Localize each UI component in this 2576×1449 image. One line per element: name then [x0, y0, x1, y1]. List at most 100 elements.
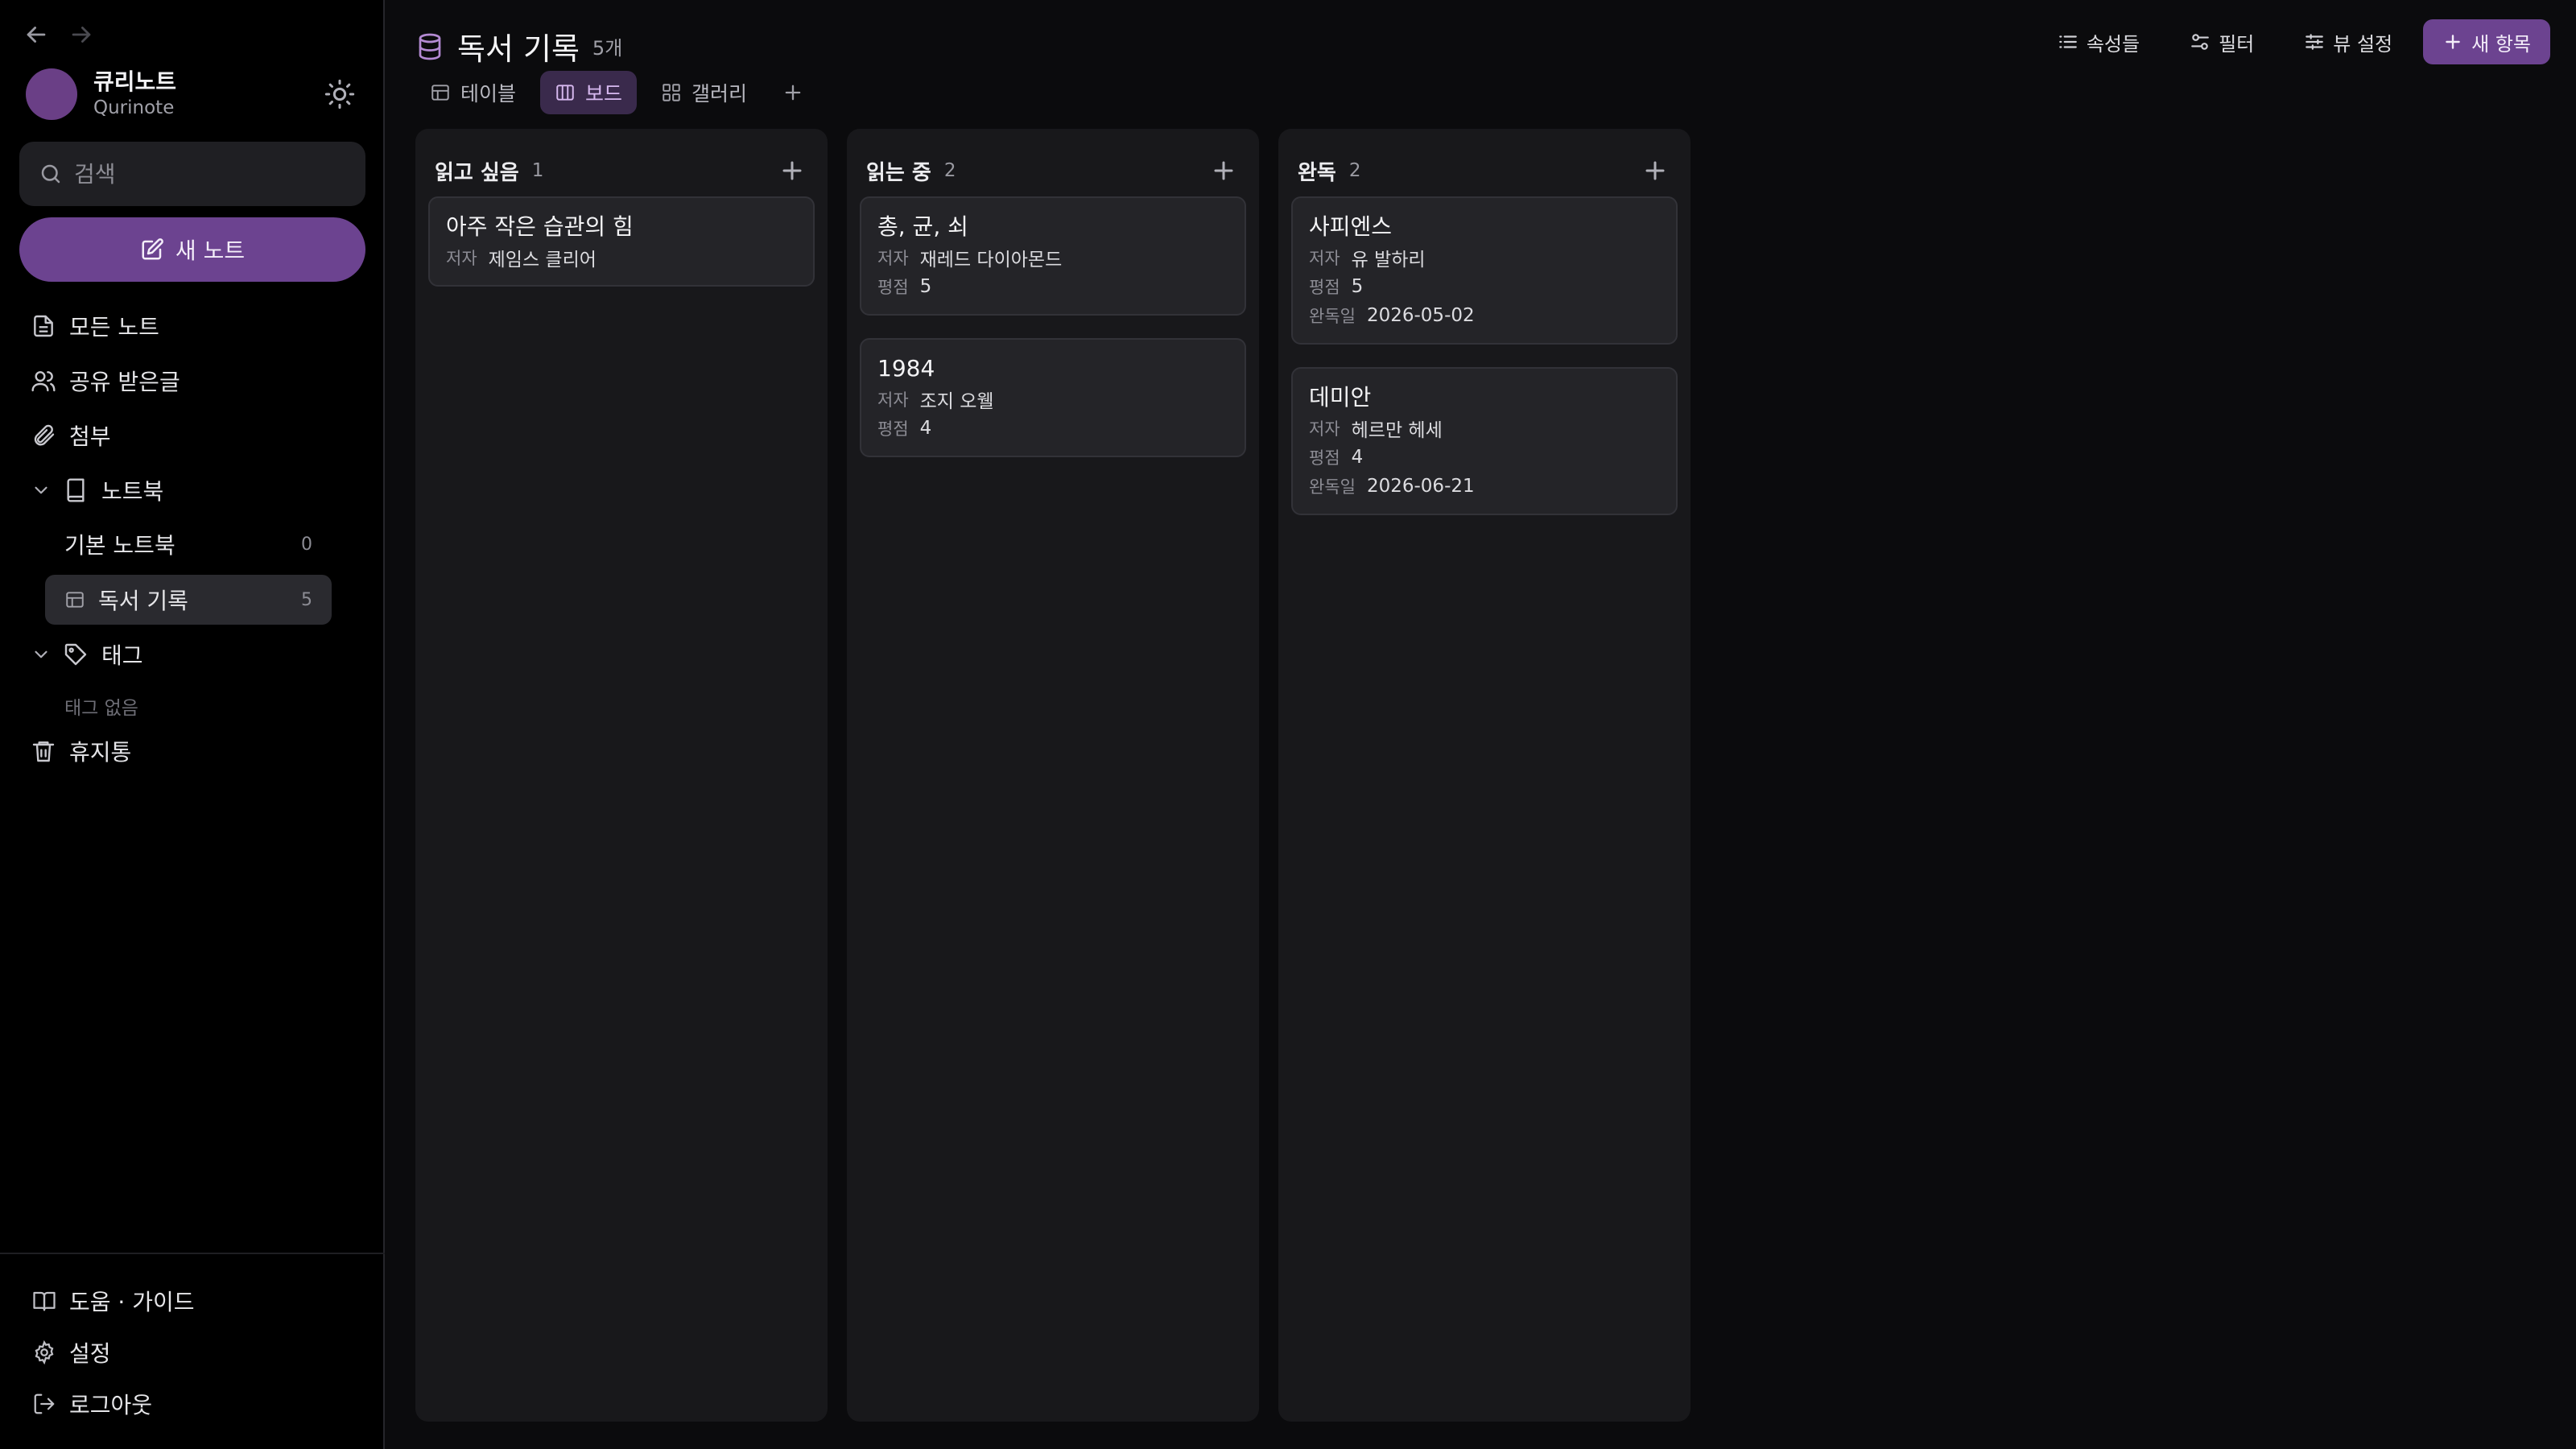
- help-guide-link[interactable]: 도움 · 가이드: [32, 1283, 195, 1319]
- card-title: 1984: [877, 355, 935, 382]
- column-title: 완독: [1298, 160, 1336, 185]
- notebook-item-default[interactable]: 기본 노트북 0: [45, 519, 332, 569]
- tag-section-label: 태그: [101, 642, 143, 669]
- board-column-reading: 읽는 중 2 총, 균, 쇠 저자 재레드 다이아몬드 평점 5 1984 저자…: [847, 129, 1259, 1422]
- tag-icon: [63, 642, 89, 667]
- filter-icon: [2190, 31, 2211, 52]
- nav-trash[interactable]: 휴지통: [31, 731, 131, 771]
- add-card-button[interactable]: [1639, 155, 1671, 187]
- tag-section-toggle[interactable]: 태그: [31, 634, 143, 675]
- new-item-button[interactable]: 새 항목: [2423, 19, 2550, 64]
- sliders-icon: [2304, 31, 2325, 52]
- notebook-count: 0: [301, 534, 312, 555]
- board-card[interactable]: 데미안 저자 헤르만 헤세 평점 4 완독일 2026-06-21: [1291, 367, 1678, 515]
- chevron-down-icon: [31, 480, 52, 501]
- card-property: 저자 제임스 클리어: [446, 243, 797, 272]
- sidebar: 큐리노트 Qurinote 새 노트 모든 노트 공유 받은글 첨: [0, 0, 385, 1449]
- board-card[interactable]: 총, 균, 쇠 저자 재레드 다이아몬드 평점 5: [860, 196, 1246, 316]
- board-card[interactable]: 사피엔스 저자 유 발하리 평점 5 완독일 2026-05-02: [1291, 196, 1678, 345]
- chevron-down-icon: [31, 644, 52, 665]
- nav-label: 모든 노트: [69, 314, 159, 341]
- profile-text: 큐리노트 Qurinote: [93, 68, 324, 120]
- help-guide-label: 도움 · 가이드: [69, 1289, 195, 1315]
- notebook-count: 5: [301, 589, 312, 610]
- logout-link[interactable]: 로그아웃: [32, 1386, 152, 1422]
- notebook-item-reading[interactable]: 독서 기록 5: [45, 575, 332, 625]
- filter-button[interactable]: 필터: [2170, 19, 2273, 64]
- column-count: 1: [531, 160, 544, 181]
- nav-shared[interactable]: 공유 받은글: [31, 361, 180, 401]
- forward-arrow-icon[interactable]: [68, 21, 95, 48]
- property-value: 4: [1351, 447, 1364, 468]
- filter-label: 필터: [2219, 32, 2255, 56]
- notebook-section-label: 노트북: [101, 478, 164, 505]
- property-value: 조지 오웰: [919, 391, 994, 412]
- new-note-button[interactable]: 새 노트: [19, 217, 365, 282]
- board-icon: [555, 82, 576, 103]
- add-card-button[interactable]: [1208, 155, 1240, 187]
- back-arrow-icon[interactable]: [23, 21, 50, 48]
- nav-label: 첨부: [69, 423, 111, 450]
- paperclip-icon: [31, 423, 56, 448]
- add-view-button[interactable]: [771, 71, 815, 114]
- sun-icon[interactable]: [324, 78, 356, 110]
- column-header: 완독 2: [1298, 151, 1671, 190]
- card-title: 사피엔스: [1309, 213, 1393, 240]
- property-name: 평점: [877, 278, 909, 297]
- board-card[interactable]: 1984 저자 조지 오웰 평점 4: [860, 338, 1246, 457]
- search-icon: [39, 162, 63, 186]
- new-note-label: 새 노트: [175, 237, 246, 264]
- card-property: 평점 4: [1309, 443, 1660, 472]
- property-value: 4: [919, 418, 932, 439]
- settings-link[interactable]: 설정: [32, 1335, 111, 1370]
- card-title: 아주 작은 습관의 힘: [446, 213, 634, 240]
- add-card-button[interactable]: [776, 155, 808, 187]
- trash-label: 휴지통: [69, 739, 132, 766]
- column-count: 2: [1348, 160, 1361, 181]
- list-icon: [2058, 31, 2079, 52]
- board-column-finished: 완독 2 사피엔스 저자 유 발하리 평점 5 완독일 2026-05-02 데…: [1278, 129, 1690, 1422]
- tab-gallery[interactable]: 갤러리: [646, 71, 762, 114]
- gear-icon: [32, 1340, 56, 1364]
- view-settings-button[interactable]: 뷰 설정: [2285, 19, 2412, 64]
- property-value: 재레드 다이아몬드: [919, 250, 1063, 270]
- view-settings-label: 뷰 설정: [2333, 32, 2393, 56]
- tab-board[interactable]: 보드: [540, 71, 638, 114]
- tab-label: 보드: [585, 82, 623, 105]
- property-name: 평점: [1309, 448, 1340, 468]
- property-value: 5: [919, 276, 932, 297]
- settings-label: 설정: [69, 1340, 111, 1367]
- plus-icon: [785, 85, 801, 101]
- trash-icon: [31, 738, 56, 764]
- users-icon: [31, 368, 56, 394]
- database-title: 독서 기록: [457, 31, 580, 67]
- new-item-label: 새 항목: [2471, 32, 2531, 56]
- board-column-want: 읽고 싶음 1 아주 작은 습관의 힘 저자 제임스 클리어: [415, 129, 828, 1422]
- avatar: [26, 68, 77, 120]
- profile-name: 큐리노트: [93, 68, 177, 95]
- property-name: 저자: [877, 390, 909, 410]
- notebook-section-toggle[interactable]: 노트북: [31, 470, 163, 510]
- property-name: 저자: [877, 249, 909, 268]
- board-card[interactable]: 아주 작은 습관의 힘 저자 제임스 클리어: [428, 196, 815, 287]
- properties-button[interactable]: 속성들: [2038, 19, 2159, 64]
- card-property: 평점 4: [877, 414, 1228, 443]
- card-property: 저자 조지 오웰: [877, 385, 1228, 414]
- property-name: 평점: [877, 419, 909, 439]
- property-name: 평점: [1309, 278, 1340, 297]
- property-name: 완독일: [1309, 477, 1356, 497]
- search-input[interactable]: [74, 160, 348, 188]
- tab-table[interactable]: 테이블: [415, 71, 530, 114]
- gallery-icon: [661, 82, 682, 103]
- column-count: 2: [943, 160, 956, 181]
- nav-attachments[interactable]: 첨부: [31, 415, 111, 456]
- profile[interactable]: 큐리노트 Qurinote: [26, 68, 356, 121]
- property-value: 2026-06-21: [1366, 476, 1475, 497]
- search-box[interactable]: [19, 142, 365, 206]
- nav-label: 공유 받은글: [69, 369, 180, 395]
- item-count: 5개: [592, 37, 623, 60]
- table-icon: [64, 589, 85, 610]
- nav-all-notes[interactable]: 모든 노트: [31, 306, 159, 346]
- column-header: 읽고 싶음 1: [435, 151, 808, 190]
- toolbar: 속성들 필터 뷰 설정 새 항목: [2038, 19, 2550, 64]
